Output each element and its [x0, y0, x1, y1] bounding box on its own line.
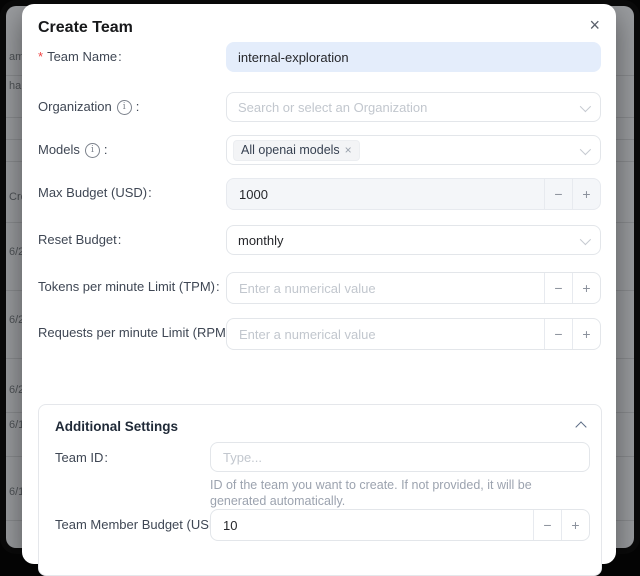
- team-name-row: * Team Name:: [22, 42, 616, 72]
- models-label: Models i :: [38, 135, 108, 165]
- plus-icon[interactable]: +: [572, 319, 600, 349]
- close-icon[interactable]: ×: [589, 16, 600, 34]
- chevron-down-icon: [580, 234, 591, 245]
- max-budget-label: Max Budget (USD):: [38, 178, 152, 208]
- rpm-label: Requests per minute Limit (RPM):: [38, 318, 235, 348]
- modal-title: Create Team: [38, 19, 133, 37]
- model-tag: All openai models ×: [233, 140, 360, 161]
- organization-row: Organization i : Search or select an Org…: [22, 92, 616, 122]
- tpm-label: Tokens per minute Limit (TPM):: [38, 272, 220, 302]
- reset-budget-row: Reset Budget: monthly: [22, 225, 616, 255]
- models-select[interactable]: All openai models ×: [226, 135, 601, 165]
- team-name-label: * Team Name:: [38, 42, 122, 72]
- rpm-row: Requests per minute Limit (RPM): − +: [22, 318, 616, 348]
- tag-close-icon[interactable]: ×: [345, 142, 352, 159]
- info-icon[interactable]: i: [117, 100, 132, 115]
- team-member-budget-stepper: − +: [210, 509, 590, 541]
- additional-settings-panel: Additional Settings Team ID: ID of the t…: [38, 404, 602, 576]
- tpm-stepper: − +: [226, 272, 601, 304]
- team-name-input[interactable]: [226, 42, 601, 72]
- info-icon[interactable]: i: [85, 143, 100, 158]
- tpm-row: Tokens per minute Limit (TPM): − +: [22, 272, 616, 302]
- team-member-budget-input[interactable]: [211, 510, 533, 540]
- organization-label: Organization i :: [38, 92, 139, 122]
- plus-icon[interactable]: +: [572, 273, 600, 303]
- minus-icon[interactable]: −: [544, 319, 572, 349]
- team-id-label: Team ID:: [55, 442, 108, 472]
- reset-budget-select[interactable]: monthly: [226, 225, 601, 255]
- plus-icon[interactable]: +: [561, 510, 589, 540]
- window-frame: amharCre6/26/26/26/16/1 Create Team × * …: [0, 0, 640, 554]
- chevron-up-icon[interactable]: [575, 421, 586, 432]
- minus-icon[interactable]: −: [544, 179, 572, 209]
- minus-icon[interactable]: −: [533, 510, 561, 540]
- organization-placeholder: Search or select an Organization: [238, 100, 427, 115]
- model-tag-label: All openai models: [241, 142, 340, 159]
- reset-budget-label: Reset Budget:: [38, 225, 121, 255]
- models-row: Models i : All openai models ×: [22, 135, 616, 165]
- create-team-modal: Create Team × * Team Name: Organization …: [22, 4, 616, 564]
- max-budget-input[interactable]: [227, 179, 544, 209]
- tpm-input[interactable]: [227, 273, 544, 303]
- plus-icon[interactable]: +: [572, 179, 600, 209]
- additional-settings-title: Additional Settings: [55, 419, 178, 434]
- required-asterisk: *: [38, 42, 43, 72]
- chevron-down-icon: [580, 101, 591, 112]
- minus-icon[interactable]: −: [544, 273, 572, 303]
- rpm-input[interactable]: [227, 319, 544, 349]
- rpm-stepper: − +: [226, 318, 601, 350]
- max-budget-row: Max Budget (USD): − +: [22, 178, 616, 208]
- max-budget-stepper: − +: [226, 178, 601, 210]
- team-id-help-text: ID of the team you want to create. If no…: [210, 477, 590, 509]
- chevron-down-icon: [580, 144, 591, 155]
- organization-select[interactable]: Search or select an Organization: [226, 92, 601, 122]
- reset-budget-value: monthly: [238, 233, 284, 248]
- team-id-input[interactable]: [210, 442, 590, 472]
